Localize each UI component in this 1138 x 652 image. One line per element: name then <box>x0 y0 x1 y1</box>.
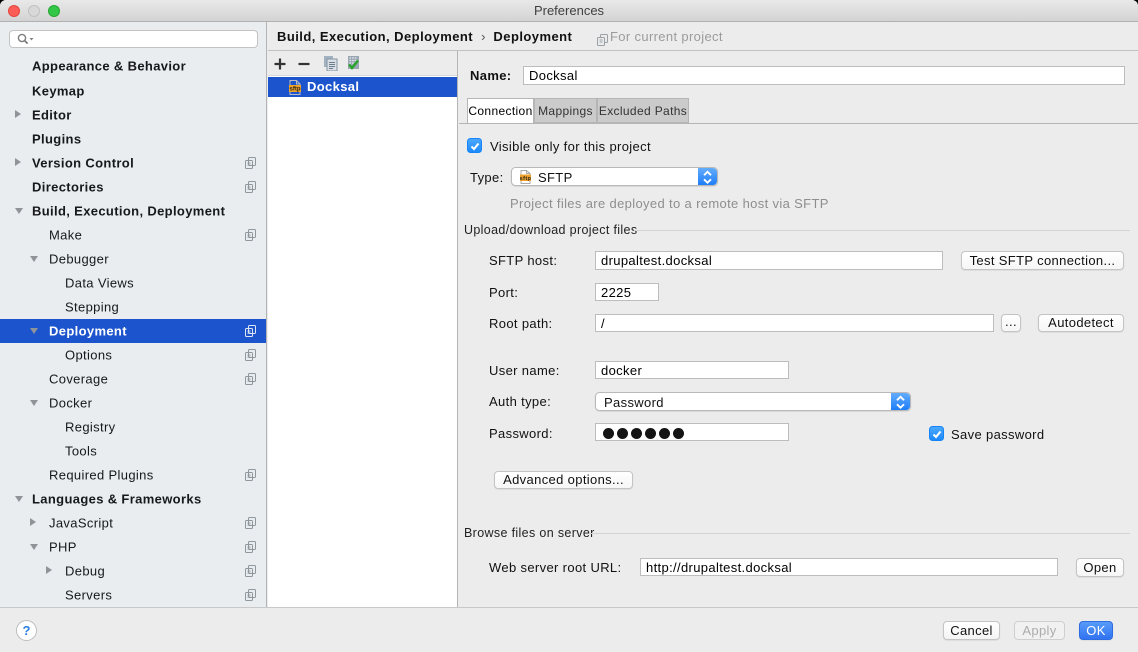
svg-text:sftp: sftp <box>290 86 301 92</box>
svg-text:sftp: sftp <box>520 176 531 182</box>
